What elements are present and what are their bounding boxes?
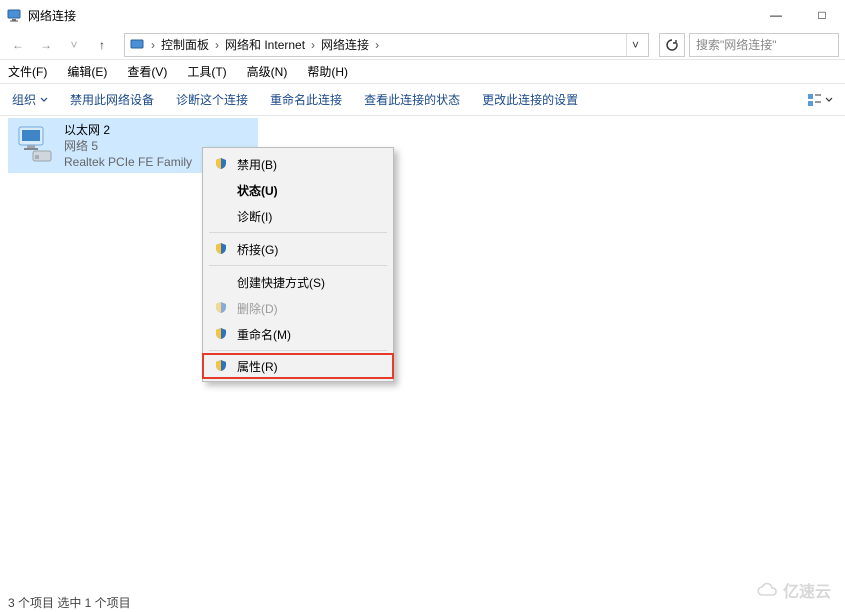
window-icon	[6, 7, 22, 23]
breadcrumb-sep: ›	[213, 38, 221, 52]
organize-button[interactable]: 组织	[12, 91, 48, 108]
status-bar: 3 个项目 选中 1 个项目	[0, 592, 139, 612]
cloud-icon	[755, 582, 779, 598]
disable-device-button[interactable]: 禁用此网络设备	[70, 91, 154, 108]
change-settings-button[interactable]: 更改此连接的设置	[482, 91, 578, 108]
forward-button[interactable]: →	[34, 33, 58, 57]
command-bar: 组织 禁用此网络设备 诊断这个连接 重命名此连接 查看此连接的状态 更改此连接的…	[0, 84, 845, 116]
shield-icon	[213, 327, 229, 341]
breadcrumb-sep: ›	[309, 38, 317, 52]
menu-file[interactable]: 文件(F)	[4, 63, 51, 80]
ctx-delete: 删除(D)	[203, 295, 393, 321]
context-menu: 禁用(B) 状态(U) 诊断(I) 桥接(G) 创建快捷方式(S) 删除(D) …	[202, 147, 394, 382]
minimize-button[interactable]: —	[753, 0, 799, 30]
search-input[interactable]: 搜索"网络连接"	[689, 33, 839, 57]
shield-icon	[213, 242, 229, 256]
adapter-device: Realtek PCIe FE Family	[64, 154, 192, 170]
view-options-button[interactable]	[807, 93, 833, 107]
menu-tools[interactable]: 工具(T)	[183, 63, 230, 80]
window-title: 网络连接	[28, 7, 76, 24]
shield-icon	[213, 301, 229, 315]
view-status-button[interactable]: 查看此连接的状态	[364, 91, 460, 108]
menu-help[interactable]: 帮助(H)	[303, 63, 352, 80]
ctx-diagnose[interactable]: 诊断(I)	[203, 203, 393, 229]
menu-view[interactable]: 查看(V)	[123, 63, 171, 80]
ctx-rename[interactable]: 重命名(M)	[203, 321, 393, 347]
ctx-separator	[209, 232, 387, 233]
diagnose-button[interactable]: 诊断这个连接	[176, 91, 248, 108]
up-button[interactable]: ↑	[90, 33, 114, 57]
address-bar[interactable]: › 控制面板 › 网络和 Internet › 网络连接 › ˅	[124, 33, 649, 57]
ctx-status[interactable]: 状态(U)	[203, 177, 393, 203]
refresh-button[interactable]	[659, 33, 685, 57]
maximize-button[interactable]: □	[799, 0, 845, 30]
menu-edit[interactable]: 编辑(E)	[63, 63, 111, 80]
shield-icon	[213, 359, 229, 373]
ctx-separator	[209, 265, 387, 266]
adapter-icon	[12, 122, 56, 166]
chevron-down-icon	[40, 96, 48, 104]
chevron-down-icon	[825, 96, 833, 104]
breadcrumb-control-panel[interactable]: 控制面板	[161, 36, 209, 53]
adapter-network: 网络 5	[64, 138, 192, 154]
breadcrumb-sep: ›	[149, 38, 157, 52]
address-icon	[129, 37, 145, 53]
back-button[interactable]: ←	[6, 33, 30, 57]
menu-bar: 文件(F) 编辑(E) 查看(V) 工具(T) 高级(N) 帮助(H)	[0, 60, 845, 84]
ctx-shortcut[interactable]: 创建快捷方式(S)	[203, 269, 393, 295]
breadcrumb-sep: ›	[373, 38, 381, 52]
ctx-properties[interactable]: 属性(R)	[202, 353, 394, 379]
watermark: 亿速云	[755, 578, 831, 602]
breadcrumb-network-internet[interactable]: 网络和 Internet	[225, 36, 305, 53]
address-dropdown[interactable]: ˅	[626, 34, 644, 56]
recent-dropdown[interactable]: ˅	[62, 33, 86, 57]
search-placeholder: 搜索"网络连接"	[696, 36, 777, 53]
ctx-disable[interactable]: 禁用(B)	[203, 151, 393, 177]
breadcrumb-network-connections[interactable]: 网络连接	[321, 36, 369, 53]
ctx-separator	[209, 350, 387, 351]
menu-advanced[interactable]: 高级(N)	[243, 63, 292, 80]
rename-button[interactable]: 重命名此连接	[270, 91, 342, 108]
adapter-name: 以太网 2	[64, 122, 192, 138]
shield-icon	[213, 157, 229, 171]
ctx-bridge[interactable]: 桥接(G)	[203, 236, 393, 262]
